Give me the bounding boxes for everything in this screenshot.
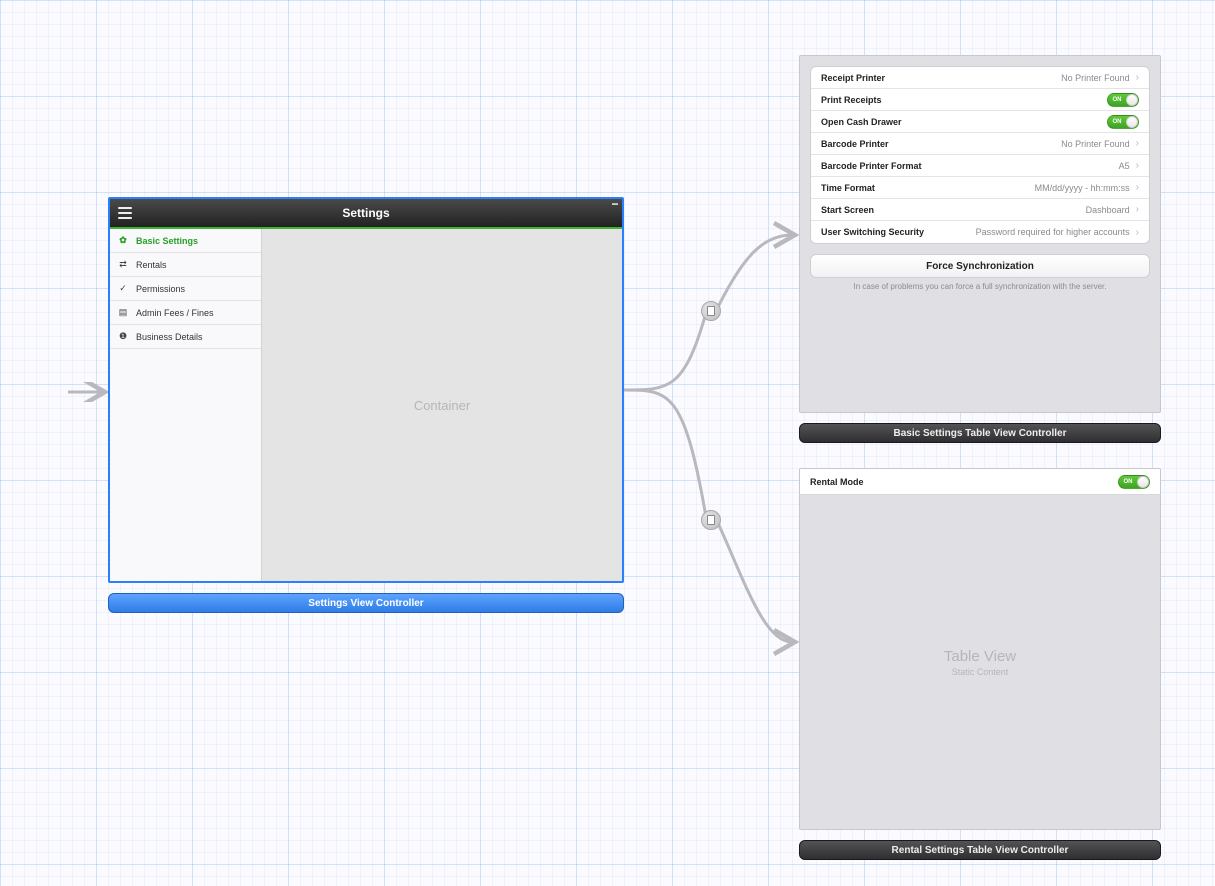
cell-value: A5 — [1119, 161, 1130, 171]
cell-label: Print Receipts — [821, 95, 882, 105]
sidebar-item-label: Rentals — [136, 260, 167, 270]
gear-icon: ✿ — [118, 236, 128, 246]
settings-navbar: Settings ▬ — [110, 199, 622, 229]
info-icon: ❶ — [118, 332, 128, 342]
chevron-right-icon: › — [1136, 138, 1139, 149]
sidebar-item-rentals[interactable]: ⇄ Rentals — [110, 253, 261, 277]
basic-settings-scene: Receipt Printer No Printer Found › Print… — [799, 55, 1161, 443]
settings-view-controller-scene: Settings ▬ ✿ Basic Settings ⇄ Rentals ✓ … — [108, 197, 624, 613]
check-icon: ✓ — [118, 284, 128, 294]
settings-sidebar: ✿ Basic Settings ⇄ Rentals ✓ Permissions… — [110, 229, 262, 581]
row-start-screen[interactable]: Start Screen Dashboard › — [811, 199, 1149, 221]
row-receipt-printer[interactable]: Receipt Printer No Printer Found › — [811, 67, 1149, 89]
row-print-receipts: Print Receipts ON — [811, 89, 1149, 111]
row-barcode-printer-format[interactable]: Barcode Printer Format A5 › — [811, 155, 1149, 177]
placeholder-subtitle: Static Content — [952, 667, 1009, 677]
row-rental-mode: Rental Mode ON — [800, 469, 1160, 495]
segue-connectors — [624, 55, 804, 675]
sidebar-item-business-details[interactable]: ❶ Business Details — [110, 325, 261, 349]
cell-label: Barcode Printer Format — [821, 161, 922, 171]
scene-label-basic-settings[interactable]: Basic Settings Table View Controller — [799, 423, 1161, 443]
hamburger-icon[interactable] — [118, 207, 132, 219]
container-placeholder-label: Container — [414, 398, 470, 413]
placeholder-title: Table View — [944, 648, 1016, 665]
cell-value: No Printer Found — [1061, 139, 1130, 149]
basic-settings-table: Receipt Printer No Printer Found › Print… — [810, 66, 1150, 244]
toggle-print-receipts[interactable]: ON — [1107, 93, 1139, 107]
cell-value: MM/dd/yyyy - hh:mm:ss — [1035, 183, 1130, 193]
chevron-right-icon: › — [1136, 227, 1139, 238]
cell-label: Receipt Printer — [821, 73, 885, 83]
cell-value: Dashboard — [1086, 205, 1130, 215]
sidebar-item-basic-settings[interactable]: ✿ Basic Settings — [110, 229, 261, 253]
chevron-right-icon: › — [1136, 160, 1139, 171]
rental-settings-canvas[interactable]: Rental Mode ON Table View Static Content — [799, 468, 1161, 830]
basic-settings-canvas[interactable]: Receipt Printer No Printer Found › Print… — [799, 55, 1161, 413]
container-view[interactable]: Container — [262, 229, 622, 581]
settings-canvas[interactable]: Settings ▬ ✿ Basic Settings ⇄ Rentals ✓ … — [108, 197, 624, 583]
embed-segue-icon[interactable] — [701, 510, 721, 530]
chevron-right-icon: › — [1136, 204, 1139, 215]
cell-label: Barcode Printer — [821, 139, 889, 149]
cell-label: Start Screen — [821, 205, 874, 215]
sidebar-item-label: Admin Fees / Fines — [136, 308, 214, 318]
toggle-rental-mode[interactable]: ON — [1118, 475, 1150, 489]
list-icon: ▤ — [118, 308, 128, 318]
sync-footer-note: In case of problems you can force a full… — [816, 282, 1144, 291]
row-barcode-printer[interactable]: Barcode Printer No Printer Found › — [811, 133, 1149, 155]
rental-settings-scene: Rental Mode ON Table View Static Content… — [799, 468, 1161, 860]
status-bar-icon: ▬ — [612, 201, 618, 207]
embed-segue-icon[interactable] — [701, 301, 721, 321]
scene-label-rental-settings[interactable]: Rental Settings Table View Controller — [799, 840, 1161, 860]
cell-label: Open Cash Drawer — [821, 117, 902, 127]
chevron-right-icon: › — [1136, 182, 1139, 193]
cell-label: Time Format — [821, 183, 875, 193]
cell-value: Password required for higher accounts — [976, 227, 1130, 237]
cell-value: No Printer Found — [1061, 73, 1130, 83]
row-open-cash-drawer: Open Cash Drawer ON — [811, 111, 1149, 133]
table-empty-area — [800, 297, 1160, 405]
sidebar-item-permissions[interactable]: ✓ Permissions — [110, 277, 261, 301]
row-time-format[interactable]: Time Format MM/dd/yyyy - hh:mm:ss › — [811, 177, 1149, 199]
sidebar-item-label: Business Details — [136, 332, 203, 342]
chevron-right-icon: › — [1136, 72, 1139, 83]
cell-label: User Switching Security — [821, 227, 924, 237]
row-user-switching-security[interactable]: User Switching Security Password require… — [811, 221, 1149, 243]
scene-label-settings[interactable]: Settings View Controller — [108, 593, 624, 613]
shuffle-icon: ⇄ — [118, 260, 128, 270]
toggle-open-cash-drawer[interactable]: ON — [1107, 115, 1139, 129]
incoming-segue-arrow — [68, 382, 112, 402]
settings-title: Settings — [342, 206, 389, 220]
sidebar-item-admin-fees[interactable]: ▤ Admin Fees / Fines — [110, 301, 261, 325]
sidebar-item-label: Basic Settings — [136, 236, 198, 246]
sidebar-item-label: Permissions — [136, 284, 185, 294]
cell-label: Rental Mode — [810, 477, 864, 487]
force-sync-button[interactable]: Force Synchronization — [810, 254, 1150, 278]
force-sync-label: Force Synchronization — [926, 261, 1034, 272]
table-view-placeholder: Table View Static Content — [800, 495, 1160, 829]
